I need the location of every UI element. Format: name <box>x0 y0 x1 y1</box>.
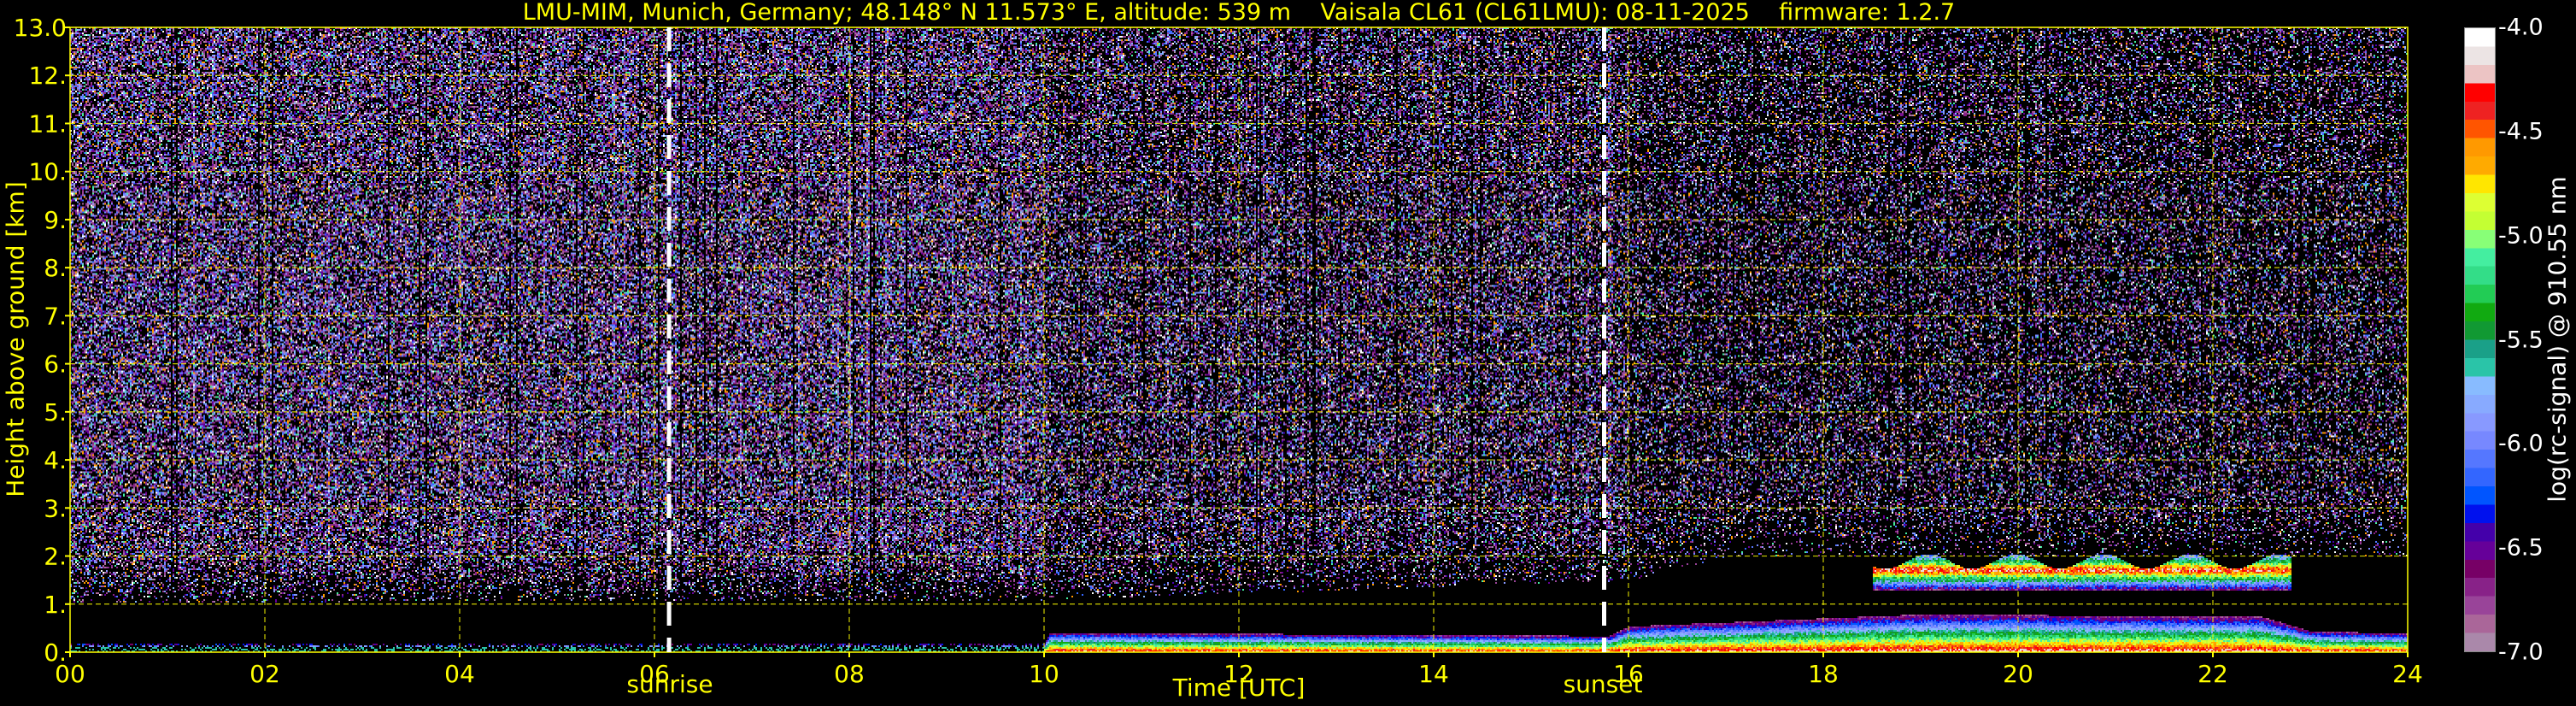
x-tick-label: 02 <box>249 660 280 688</box>
y-tick-label: 8. <box>44 254 67 282</box>
x-tick-label: 22 <box>2198 660 2228 688</box>
colorbar-tick-label: -7.0 <box>2498 638 2544 666</box>
y-tick-label: 10. <box>28 158 67 186</box>
y-axis-label: Height above ground [km] <box>1 181 30 497</box>
y-tick-label: 3. <box>44 494 67 522</box>
y-tick-label: 4. <box>44 446 67 474</box>
y-tick-label: 11. <box>28 109 67 138</box>
colorbar-tick-label: -6.5 <box>2498 534 2544 562</box>
y-tick-label: 0. <box>44 638 67 667</box>
sunset-label: sunset <box>1563 670 1643 698</box>
x-axis-label: Time [UTC] <box>1172 674 1306 702</box>
colorbar-tick-label: -4.5 <box>2498 118 2544 145</box>
y-tick-label: 7. <box>44 302 67 330</box>
y-tick-label: 12. <box>28 62 67 90</box>
x-tick-label: 18 <box>1808 660 1839 688</box>
x-tick-label: 04 <box>444 660 475 688</box>
colorbar-tick-label: -6.0 <box>2498 430 2544 457</box>
x-tick-label: 14 <box>1418 660 1449 688</box>
y-tick-label: 5. <box>44 398 67 427</box>
y-tick-label: 13.0 <box>14 14 67 42</box>
x-tick-label: 24 <box>2392 660 2423 688</box>
colorbar <box>2464 27 2496 652</box>
sunrise-label: sunrise <box>626 670 713 698</box>
colorbar-tick-label: -5.0 <box>2498 222 2544 250</box>
y-tick-label: 9. <box>44 206 67 234</box>
axes-overlay: 00 02 04 06 08 10 12 14 16 18 20 22 240.1.2.3.4.5.6.… <box>14 14 2423 688</box>
colorbar-tick-label: -5.5 <box>2498 327 2544 353</box>
y-tick-label: 1. <box>44 591 67 619</box>
x-tick-label: 20 <box>2003 660 2033 688</box>
colorbar-tick-label: -4.0 <box>2498 14 2544 41</box>
y-tick-label: 6. <box>44 350 67 379</box>
x-tick-label: 10 <box>1029 660 1059 688</box>
y-tick-label: 2. <box>44 543 67 571</box>
colorbar-label: log(rc-signal) @ 910.55 nm <box>2543 176 2572 503</box>
x-tick-label: 08 <box>834 660 865 688</box>
